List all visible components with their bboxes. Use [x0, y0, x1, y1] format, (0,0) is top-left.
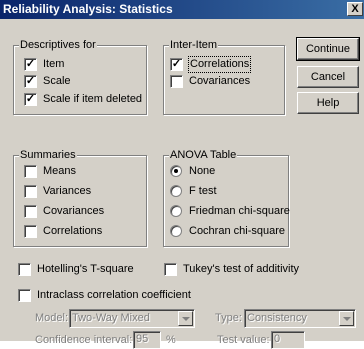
summaries-group: Summaries Means Variances Covariances Co…: [13, 148, 147, 247]
summaries-title: Summaries: [19, 148, 77, 162]
model-label: Model:: [35, 312, 69, 324]
checkbox-icon: ✓: [24, 58, 37, 71]
chevron-down-icon: [178, 311, 193, 326]
checkbox-icon: [24, 205, 37, 218]
checkbox-icon: [18, 289, 31, 302]
checkbox-label: Hotelling's T-square: [37, 263, 134, 275]
checkbox-label: Covariances: [189, 75, 251, 87]
title-bar: Reliability Analysis: Statistics X: [0, 0, 364, 19]
radio-label: Friedman chi-square: [189, 205, 290, 217]
anova-group: ANOVA Table None F test Friedman chi-squ…: [163, 148, 290, 247]
checkbox-icon: [18, 263, 31, 276]
checkbox-label: Covariances: [43, 205, 105, 217]
checkbox-icon: [164, 263, 177, 276]
checkbox-label: Item: [43, 58, 65, 70]
radio-icon: [170, 165, 182, 177]
checkbox-label: Scale: [43, 75, 71, 87]
checkbox-icon: ✓: [170, 58, 183, 71]
checkbox-label: Tukey's test of additivity: [183, 263, 300, 275]
checkbox-icon: [24, 165, 37, 178]
help-button[interactable]: Help: [297, 92, 359, 114]
checkbox-icon: [24, 185, 37, 198]
dialog-title: Reliability Analysis: Statistics: [3, 2, 173, 16]
checkbox-label: Scale if item deleted: [43, 93, 143, 105]
chevron-down-icon: [339, 311, 354, 326]
model-value: Two-Way Mixed: [72, 312, 150, 324]
checkbox-icon: [24, 225, 37, 238]
checkbox-icon: ✓: [24, 93, 37, 106]
cancel-button[interactable]: Cancel: [297, 66, 359, 88]
radio-icon: [170, 205, 182, 217]
type-label: Type:: [215, 312, 242, 324]
type-select[interactable]: Consistency: [244, 309, 356, 328]
checkbox-label: Correlations: [43, 225, 103, 237]
checkbox-icon: [170, 75, 183, 88]
test-value-field[interactable]: 0: [271, 331, 305, 349]
radio-label: None: [189, 165, 216, 177]
inter-item-title: Inter-Item: [169, 38, 219, 52]
close-icon[interactable]: X: [347, 2, 363, 16]
descriptives-title: Descriptives for: [19, 38, 97, 52]
descriptives-group: Descriptives for ✓ Item ✓ Scale ✓ Scale …: [13, 38, 147, 115]
checkbox-label: Variances: [43, 185, 92, 197]
inter-item-group: Inter-Item ✓ Correlations Covariances: [163, 38, 285, 115]
radio-label: F test: [189, 185, 217, 197]
checkbox-label: Means: [43, 165, 77, 177]
checkbox-label: Intraclass correlation coefficient: [37, 289, 191, 301]
continue-button[interactable]: Continue: [296, 37, 360, 61]
checkbox-icon: ✓: [24, 75, 37, 88]
model-select[interactable]: Two-Way Mixed: [69, 309, 195, 328]
radio-icon: [170, 185, 182, 197]
type-value: Consistency: [247, 312, 307, 324]
radio-label: Cochran chi-square: [189, 225, 285, 237]
checkbox-label: Correlations: [187, 56, 252, 73]
anova-title: ANOVA Table: [169, 148, 238, 162]
radio-icon: [170, 225, 182, 237]
confidence-interval-field[interactable]: 95: [133, 331, 161, 349]
statistics-dialog: Reliability Analysis: Statistics X Descr…: [0, 0, 364, 349]
